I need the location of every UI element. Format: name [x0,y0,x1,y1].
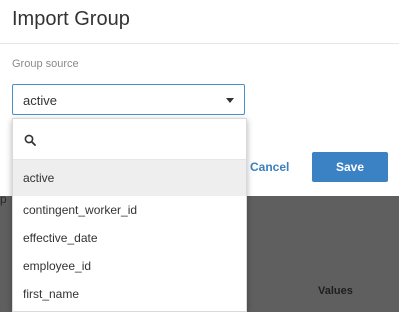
dropdown-option-effective-date[interactable]: effective_date [13,224,246,252]
title-divider [0,43,399,44]
search-icon [24,134,36,146]
dropdown-option-first-name[interactable]: first_name [13,280,246,308]
modal-title: Import Group [12,8,130,30]
dropdown-search [13,119,246,160]
screen: p Values Import Group Group source activ… [0,0,399,312]
group-source-select-value: active [23,93,57,108]
dropdown-option-contingent-worker-id[interactable]: contingent_worker_id [13,196,246,224]
group-source-select[interactable]: active [12,84,245,115]
cancel-button[interactable]: Cancel [250,156,298,178]
dropdown-options: active contingent_worker_id effective_da… [13,160,246,308]
dropdown-search-input[interactable] [43,129,242,151]
caret-down-icon[interactable] [226,98,234,103]
save-button[interactable]: Save [312,152,388,182]
dropdown-option-active[interactable]: active [13,160,246,196]
group-source-dropdown: active contingent_worker_id effective_da… [12,118,247,312]
dropdown-option-employee-id[interactable]: employee_id [13,252,246,280]
background-values-header: Values [318,285,353,297]
group-source-label: Group source [12,58,79,70]
